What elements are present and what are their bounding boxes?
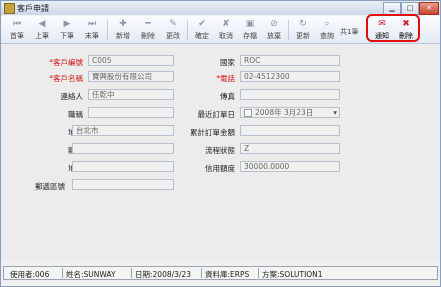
last-icon: ⏭	[87, 19, 97, 29]
customer-id-label: *客戶編號	[49, 58, 83, 67]
customer-name-label: *客戶名稱	[49, 74, 83, 83]
previous-record-button[interactable]: ◀ 上筆	[30, 18, 54, 42]
title-label: 職稱	[68, 110, 83, 119]
credit-limit-field[interactable]: 30000.0000	[240, 161, 340, 172]
record-count: 共1筆	[340, 28, 359, 36]
delete-icon: ━	[145, 19, 151, 29]
customer-form: *客戶編號 C005 *客戶名稱 寶興股份有限公司 連絡人 任乾中 職稱 地址 …	[1, 44, 440, 262]
customer-id-field[interactable]: C005	[88, 55, 174, 66]
phone-field[interactable]: 02-4512300	[240, 71, 340, 82]
cancel-icon: ✘	[222, 19, 230, 29]
confirm-button[interactable]: ✔ 確定	[190, 18, 214, 42]
check-icon: ✔	[198, 19, 206, 29]
status-user: 使用者:006	[10, 270, 50, 279]
next-icon: ▶	[63, 19, 71, 29]
status-date: 日期:2008/3/23	[135, 270, 191, 279]
next-record-button[interactable]: ▶ 下筆	[55, 18, 79, 42]
phone-label: *電話	[216, 74, 235, 83]
status-database: 資料庫:ERPS	[205, 270, 250, 279]
add-button[interactable]: ✚ 新增	[111, 18, 135, 42]
save-button[interactable]: ▣ 存檔	[238, 18, 262, 42]
customer-name-field[interactable]: 寶興股份有限公司	[88, 71, 174, 82]
postal-code-field[interactable]	[72, 179, 174, 190]
edit-icon: ✎	[169, 19, 177, 29]
previous-icon: ◀	[38, 19, 46, 29]
region-field[interactable]	[72, 161, 174, 172]
app-icon	[4, 3, 15, 14]
country-label: 國家	[220, 58, 235, 67]
status-solution: 方案:SOLUTION1	[262, 270, 323, 279]
search-icon: ⌕	[324, 19, 330, 29]
total-order-amount-field[interactable]	[240, 125, 340, 136]
county-field[interactable]	[72, 143, 174, 154]
process-status-label: 流程狀態	[205, 146, 235, 155]
status-name: 姓名:SUNWAY	[66, 270, 116, 279]
first-record-button[interactable]: ⏮ 首筆	[5, 18, 29, 42]
close-button[interactable]: ✕	[419, 2, 439, 15]
last-order-date-field[interactable]: 2008年 3月23日 ▾	[240, 107, 340, 118]
fax-label: 傳真	[220, 92, 235, 101]
edit-button[interactable]: ✎ 更改	[161, 18, 185, 42]
add-icon: ✚	[119, 19, 127, 29]
postal-code-label: 郵遞區號	[35, 182, 65, 191]
title-bar: 客戶申請 ▁ □ ✕	[1, 1, 440, 15]
highlight-box	[366, 14, 420, 42]
title-field[interactable]	[88, 107, 174, 118]
cancel-button[interactable]: ✘ 取消	[214, 18, 238, 42]
query-button[interactable]: ⌕ 查詢	[315, 18, 339, 42]
calendar-dropdown-icon[interactable]: ▾	[333, 108, 337, 117]
contact-field[interactable]: 任乾中	[88, 89, 174, 100]
date-checkbox[interactable]	[244, 109, 252, 117]
delete-button[interactable]: ━ 刪除	[136, 18, 160, 42]
refresh-icon: ↻	[299, 19, 307, 29]
discard-button[interactable]: ⊘ 放棄	[262, 18, 286, 42]
contact-label: 連絡人	[60, 92, 84, 101]
first-icon: ⏮	[12, 19, 22, 29]
save-icon: ▣	[245, 19, 255, 29]
status-bar: 使用者:006 姓名:SUNWAY 日期:2008/3/23 資料庫:ERPS …	[3, 266, 438, 280]
country-field[interactable]: ROC	[240, 55, 340, 66]
total-order-amount-label: 累計訂單金額	[190, 128, 235, 137]
customer-application-window: 客戶申請 ▁ □ ✕ ⏮ 首筆 ◀ 上筆 ▶ 下筆 ⏭ 末筆 ✚ 新增 ━ 刪除 ✎ 更改 ✔…	[0, 0, 441, 287]
last-order-date-label: 最近訂單日	[197, 110, 236, 119]
last-record-button[interactable]: ⏭ 末筆	[80, 18, 104, 42]
window-title: 客戶申請	[17, 4, 49, 13]
address-field[interactable]: 台北市	[72, 125, 174, 136]
credit-limit-label: 信用額度	[205, 164, 235, 173]
refresh-button[interactable]: ↻ 更新	[291, 18, 315, 42]
process-status-field[interactable]: Z	[240, 143, 340, 154]
discard-icon: ⊘	[270, 19, 278, 29]
fax-field[interactable]	[240, 89, 340, 100]
last-order-date-value: 2008年 3月23日	[255, 108, 314, 117]
